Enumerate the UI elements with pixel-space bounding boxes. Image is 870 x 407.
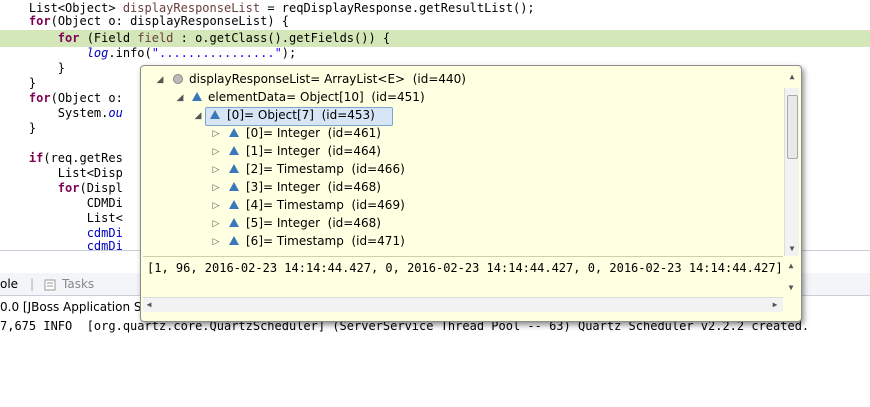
variable-tree[interactable]: ◢ displayResponseList= ArrayList<E> (id=…	[141, 66, 784, 256]
tree-vertical-scrollbar[interactable]: ▲ ▼	[784, 72, 799, 256]
field-icon	[229, 218, 239, 227]
variable-inspect-popup[interactable]: ◢ displayResponseList= ArrayList<E> (id=…	[140, 65, 802, 322]
expand-icon[interactable]: ▷	[211, 183, 221, 193]
tree-selected-label: [0]= Object[7] (id=453)	[227, 108, 375, 122]
scroll-up-icon[interactable]: ▲	[785, 72, 799, 81]
expand-icon[interactable]: ▷	[211, 219, 221, 229]
detail-horizontal-scrollbar[interactable]: ◀ ▶	[143, 297, 783, 312]
tree-child-row[interactable]: [1]= Integer (id=464)	[246, 142, 381, 160]
tree-child-row[interactable]: [4]= Timestamp (id=469)	[246, 196, 405, 214]
field-icon	[229, 128, 239, 137]
expand-icon[interactable]: ▷	[211, 237, 221, 247]
scrollbar-thumb[interactable]	[787, 95, 798, 159]
tab-divider: |	[30, 277, 35, 291]
collapse-icon[interactable]: ◢	[193, 111, 203, 121]
field-icon	[192, 92, 202, 101]
collapse-icon[interactable]: ◢	[155, 75, 165, 85]
local-variable-icon	[173, 74, 183, 84]
tree-root-label[interactable]: displayResponseList= ArrayList<E> (id=44…	[189, 70, 466, 88]
collapse-icon[interactable]: ◢	[175, 93, 185, 103]
tree-child-row[interactable]: [2]= Timestamp (id=466)	[246, 160, 405, 178]
detail-scroll-down-icon[interactable]: ▼	[784, 283, 798, 292]
tree-child-row[interactable]: [6]= Timestamp (id=471)	[246, 232, 405, 250]
field-icon	[210, 110, 220, 119]
detail-divider[interactable]	[143, 256, 783, 257]
field-icon	[229, 236, 239, 245]
expand-icon[interactable]: ▷	[211, 201, 221, 211]
tab-tasks[interactable]: Tasks	[62, 277, 94, 291]
expand-icon[interactable]: ▷	[211, 165, 221, 175]
scroll-right-icon[interactable]: ▶	[769, 298, 781, 312]
field-icon	[229, 182, 239, 191]
scroll-down-icon[interactable]: ▼	[785, 244, 799, 253]
expand-icon[interactable]: ▷	[211, 129, 221, 139]
field-icon	[229, 146, 239, 155]
tree-child-row[interactable]: [0]= Integer (id=461)	[246, 124, 381, 142]
field-icon	[229, 164, 239, 173]
detail-scroll-up-icon[interactable]: ▲	[784, 261, 798, 270]
field-icon	[229, 200, 239, 209]
detail-value-text[interactable]: [1, 96, 2016-02-23 14:14:44.427, 0, 2016…	[147, 261, 783, 275]
tree-child-row[interactable]: [3]= Integer (id=468)	[246, 178, 381, 196]
tree-element-data-label[interactable]: elementData= Object[10] (id=451)	[208, 88, 425, 106]
scroll-left-icon[interactable]: ◀	[143, 298, 155, 312]
tree-child-row[interactable]: [5]= Integer (id=468)	[246, 214, 381, 232]
code-line-2: for(Object o: displayResponseList) {	[28, 14, 290, 28]
expand-icon[interactable]: ▷	[211, 147, 221, 157]
tab-console[interactable]: ole	[0, 277, 18, 291]
tasks-icon	[44, 279, 56, 291]
